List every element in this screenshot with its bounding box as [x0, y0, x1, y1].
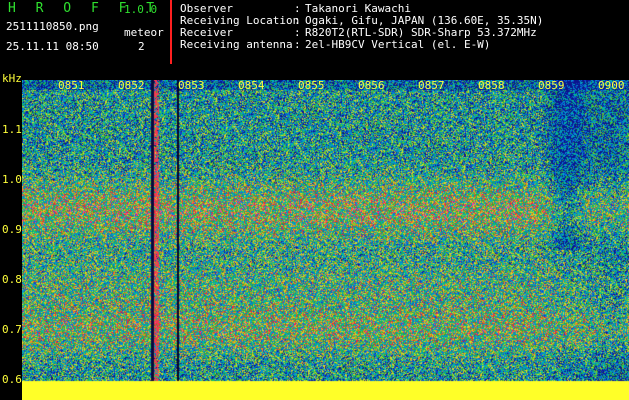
meteor-count: 2 [138, 40, 145, 53]
y-axis-unit: kHz [2, 72, 22, 85]
time-label: 0857 [418, 79, 445, 92]
y-tick-label: 0.7 [2, 323, 22, 336]
mode-label: meteor [124, 26, 164, 39]
time-label: 0851 [58, 79, 85, 92]
hroffft-window: H R O F F T 1.0.0 2511110850.png meteor … [0, 0, 629, 400]
time-label: 0853 [178, 79, 205, 92]
y-tick-label: 1.1 [2, 123, 22, 136]
time-label: 0852 [118, 79, 145, 92]
info-value: 2el-HB9CV Vertical (el. E-W) [305, 38, 491, 51]
header-separator [170, 0, 172, 64]
y-tick-label: 0.6 [2, 373, 22, 386]
time-label: 0855 [298, 79, 325, 92]
time-label: 0859 [538, 79, 565, 92]
filename-label: 2511110850.png [6, 20, 99, 33]
time-label: 0900 [598, 79, 625, 92]
y-tick-label: 0.9 [2, 223, 22, 236]
time-label: 0856 [358, 79, 385, 92]
info-label: Receiving antenna [180, 38, 293, 51]
time-label: 0854 [238, 79, 265, 92]
datetime-label: 25.11.11 08:50 [6, 40, 99, 53]
y-tick-label: 1.0 [2, 173, 22, 186]
time-label: 0858 [478, 79, 505, 92]
y-tick-label: 0.8 [2, 273, 22, 286]
app-version: 1.0.0 [124, 3, 158, 16]
spectrogram-canvas [22, 80, 629, 400]
info-colon: : [294, 38, 301, 51]
